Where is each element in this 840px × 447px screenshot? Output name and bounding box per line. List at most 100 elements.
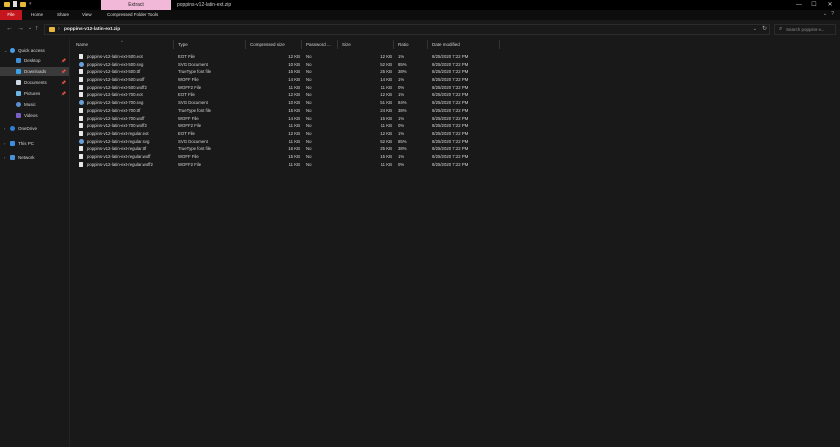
expand-chevron-icon[interactable]: › (4, 139, 5, 148)
tab-file[interactable]: File (0, 10, 22, 20)
nav-quick-access[interactable]: ⌄ Quick access (0, 46, 69, 55)
file-password: No (306, 115, 312, 121)
file-row[interactable]: poppins-v12-latin-ext-500.woff2 WOFF2 Fil… (72, 84, 840, 92)
address-dropdown-icon[interactable]: ⌄ (753, 25, 757, 34)
minimize-button[interactable]: — (793, 0, 805, 10)
file-row[interactable]: poppins-v12-latin-ext-regular.woff WOFF F… (72, 153, 840, 161)
column-header-type[interactable]: Type (174, 40, 246, 49)
column-header-size[interactable]: Size (338, 40, 394, 49)
file-row[interactable]: poppins-v12-latin-ext-700.svg SVG Documen… (72, 99, 840, 107)
expand-chevron-icon[interactable]: › (4, 124, 5, 133)
file-row[interactable]: poppins-v12-latin-ext-700.ttf TrueType fo… (72, 107, 840, 115)
search-input[interactable] (786, 25, 834, 34)
file-row[interactable]: poppins-v12-latin-ext-regular.woff2 WOFF2… (72, 161, 840, 169)
music-icon (16, 102, 21, 107)
extract-context-tab[interactable]: Extract (101, 0, 171, 10)
computer-icon (10, 141, 15, 146)
properties-icon[interactable] (13, 1, 17, 7)
file-date: 8/25/2020 7:22 PM (432, 138, 469, 144)
address-row: ← → ⌄ ↑ › poppins-v12-latin-ext.zip ⌄ ↻ … (0, 20, 840, 38)
file-type: EOT File (178, 130, 195, 136)
tab-share[interactable]: Share (57, 10, 69, 20)
new-folder-icon[interactable] (20, 1, 26, 7)
nav-videos[interactable]: Videos (0, 111, 69, 120)
tab-home[interactable]: Home (31, 10, 43, 20)
breadcrumb-chevron-icon[interactable]: › (58, 25, 60, 34)
file-name: poppins-v12-latin-ext-700.svg (87, 100, 144, 106)
forward-button[interactable]: → (17, 25, 24, 32)
nav-documents[interactable]: Documents 📌 (0, 78, 69, 87)
file-row[interactable]: poppins-v12-latin-ext-700.eot EOT File 12 … (72, 91, 840, 99)
file-icon (79, 92, 83, 98)
file-name: poppins-v12-latin-ext-500.svg (87, 61, 144, 67)
collapse-chevron-icon[interactable]: ⌄ (4, 46, 7, 55)
file-size: 25 KB (380, 69, 392, 75)
expand-chevron-icon[interactable]: › (4, 153, 5, 162)
file-row[interactable]: poppins-v12-latin-ext-700.woff WOFF File 1… (72, 115, 840, 123)
column-header-date-modified[interactable]: Date modified (428, 40, 500, 49)
file-password: No (306, 100, 312, 106)
file-size: 11 KB (380, 123, 392, 129)
file-password: No (306, 130, 312, 136)
nav-label: Documents (24, 80, 47, 85)
file-icon (79, 153, 83, 159)
file-row[interactable]: poppins-v12-latin-ext-regular.eot EOT Fil… (72, 130, 840, 138)
maximize-button[interactable]: ☐ (808, 0, 820, 10)
file-compressed-size: 11 KB (288, 123, 300, 129)
file-compressed-size: 16 KB (288, 146, 300, 152)
file-date: 8/25/2020 7:22 PM (432, 100, 469, 106)
file-compressed-size: 12 KB (288, 130, 300, 136)
back-button[interactable]: ← (6, 25, 13, 32)
file-icon (79, 69, 83, 75)
pin-icon: 📌 (61, 69, 66, 74)
collapse-ribbon-icon[interactable]: ⌄ (823, 11, 827, 17)
file-compressed-size: 15 KB (288, 69, 300, 75)
breadcrumb-path[interactable]: poppins-v12-latin-ext.zip (64, 25, 120, 34)
file-compressed-size: 14 KB (288, 115, 300, 121)
file-date: 8/25/2020 7:22 PM (432, 77, 469, 83)
nav-label: Quick access (18, 48, 45, 53)
customize-toolbar-icon[interactable]: ▾ (29, 1, 32, 7)
file-date: 8/25/2020 7:22 PM (432, 123, 469, 129)
nav-downloads[interactable]: Downloads 📌 (0, 67, 69, 76)
recent-locations-button[interactable]: ⌄ (28, 25, 32, 32)
tab-compressed-folder-tools[interactable]: Compressed Folder Tools (107, 10, 158, 20)
file-row[interactable]: poppins-v12-latin-ext-500.ttf TrueType fo… (72, 68, 840, 76)
file-row[interactable]: poppins-v12-latin-ext-500.woff WOFF File 1… (72, 76, 840, 84)
nav-this-pc[interactable]: › This PC (0, 139, 69, 148)
nav-onedrive[interactable]: › OneDrive (0, 124, 69, 133)
downloads-icon (16, 69, 21, 74)
file-size: 52 KB (380, 138, 392, 144)
pictures-icon (16, 91, 21, 96)
nav-network[interactable]: › Network (0, 153, 69, 162)
nav-music[interactable]: Music (0, 100, 69, 109)
address-bar[interactable]: › poppins-v12-latin-ext.zip ⌄ ↻ (44, 24, 770, 35)
file-row[interactable]: poppins-v12-latin-ext-regular.ttf TrueTyp… (72, 145, 840, 153)
help-icon[interactable]: ? (831, 11, 834, 17)
file-ratio: 1% (398, 130, 405, 136)
refresh-icon[interactable]: ↻ (762, 25, 767, 34)
file-name: poppins-v12-latin-ext-700.woff2 (87, 123, 147, 129)
file-size: 11 KB (380, 84, 392, 90)
up-button[interactable]: ↑ (35, 25, 39, 32)
column-label: Date modified (432, 42, 460, 47)
close-button[interactable]: ✕ (824, 0, 836, 10)
column-header-password[interactable]: Password ... (302, 40, 338, 49)
nav-label: Music (24, 102, 36, 107)
file-compressed-size: 15 KB (288, 107, 300, 113)
file-ratio: 1% (398, 92, 405, 98)
column-header-name[interactable]: Name ^ (72, 39, 174, 49)
file-row[interactable]: poppins-v12-latin-ext-500.svg SVG Documen… (72, 61, 840, 69)
nav-desktop[interactable]: Desktop 📌 (0, 56, 69, 65)
file-row[interactable]: poppins-v12-latin-ext-700.woff2 WOFF2 Fil… (72, 122, 840, 130)
file-type: WOFF File (178, 77, 199, 83)
tab-view[interactable]: View (82, 10, 92, 20)
file-row[interactable]: poppins-v12-latin-ext-500.eot EOT File 12 … (72, 53, 840, 61)
column-label: Type (178, 42, 188, 47)
nav-pictures[interactable]: Pictures 📌 (0, 89, 69, 98)
file-row[interactable]: poppins-v12-latin-ext-regular.svg SVG Doc… (72, 138, 840, 146)
column-header-ratio[interactable]: Ratio (394, 40, 428, 49)
column-header-compressed-size[interactable]: Compressed size (246, 40, 302, 49)
search-box[interactable]: ⌕ (774, 24, 836, 35)
file-password: No (306, 92, 312, 98)
